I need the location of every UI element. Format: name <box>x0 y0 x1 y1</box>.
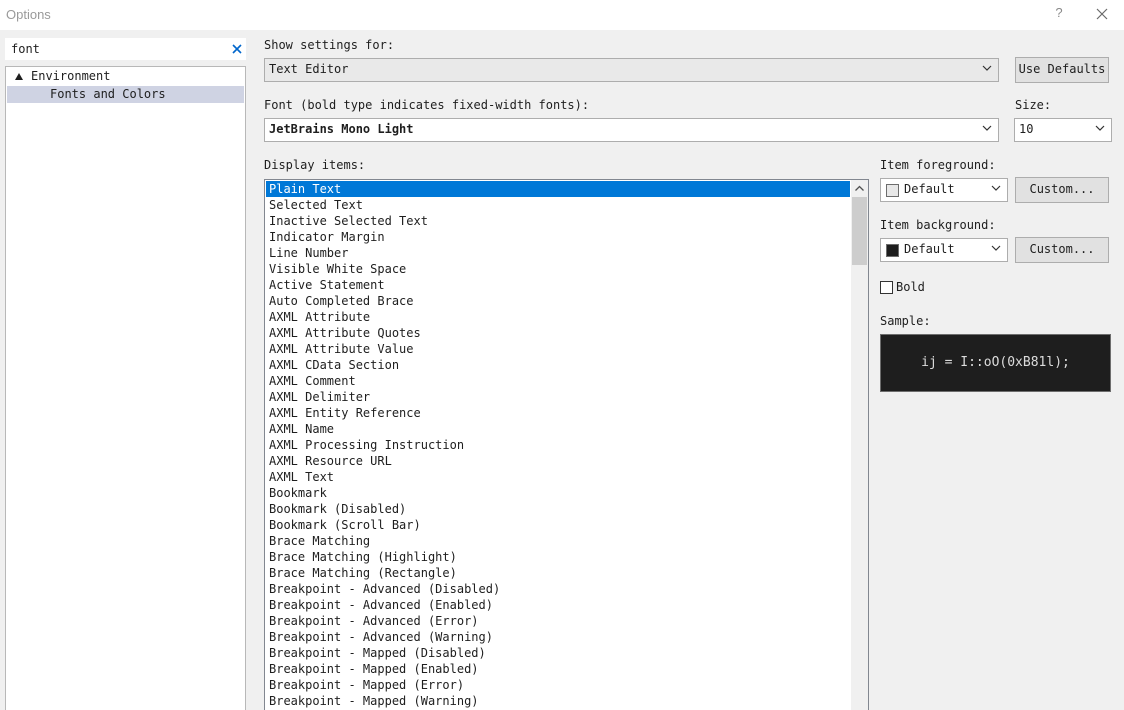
chevron-down-icon <box>1095 125 1105 131</box>
display-item[interactable]: AXML Text <box>266 469 850 485</box>
chevron-down-icon <box>982 65 992 71</box>
display-item[interactable]: Breakpoint - Mapped (Enabled) <box>266 661 850 677</box>
item-foreground-dropdown[interactable]: Default <box>880 178 1008 202</box>
sample-preview: ij = I::oO(0xB81l); <box>880 334 1111 392</box>
display-item[interactable]: Selected Text <box>266 197 850 213</box>
item-background-label: Item background: <box>880 218 996 232</box>
use-defaults-button[interactable]: Use Defaults <box>1015 57 1109 83</box>
size-dropdown[interactable]: 10 <box>1014 118 1112 142</box>
display-item[interactable]: AXML Comment <box>266 373 850 389</box>
display-item[interactable]: Active Statement <box>266 277 850 293</box>
title-bar: Options ? <box>0 0 1124 30</box>
scroll-up-arrow-icon[interactable] <box>851 180 868 197</box>
font-label: Font (bold type indicates fixed-width fo… <box>264 98 590 112</box>
display-items-list[interactable]: Plain Text Selected Text Inactive Selected… <box>264 179 869 710</box>
tree-item-label: Environment <box>31 69 111 83</box>
foreground-color-swatch <box>886 184 899 197</box>
expand-arrow-icon[interactable] <box>15 73 23 80</box>
search-input[interactable] <box>11 41 221 57</box>
close-icon[interactable] <box>1094 6 1110 22</box>
sample-text: ij = I::oO(0xB81l); <box>921 355 1070 370</box>
display-item[interactable]: Brace Matching (Highlight) <box>266 549 850 565</box>
display-item[interactable]: AXML Attribute Value <box>266 341 850 357</box>
item-background-dropdown[interactable]: Default <box>880 238 1008 262</box>
display-item[interactable]: Breakpoint - Advanced (Error) <box>266 613 850 629</box>
background-custom-button[interactable]: Custom... <box>1015 237 1109 263</box>
bold-label: Bold <box>896 280 925 294</box>
chevron-down-icon <box>991 185 1001 191</box>
display-item[interactable]: Breakpoint - Advanced (Enabled) <box>266 597 850 613</box>
display-item[interactable]: Visible White Space <box>266 261 850 277</box>
search-box <box>5 38 246 60</box>
show-settings-value: Text Editor <box>269 62 349 76</box>
display-item[interactable]: Bookmark (Disabled) <box>266 501 850 517</box>
display-item[interactable]: Bookmark <box>266 485 850 501</box>
display-item[interactable]: Plain Text <box>266 181 850 197</box>
background-color-swatch <box>886 244 899 257</box>
clear-search-icon[interactable] <box>231 42 243 56</box>
display-item[interactable]: Brace Matching (Rectangle) <box>266 565 850 581</box>
display-item[interactable]: AXML CData Section <box>266 357 850 373</box>
display-item[interactable]: Auto Completed Brace <box>266 293 850 309</box>
display-item[interactable]: Inactive Selected Text <box>266 213 850 229</box>
display-item[interactable]: Breakpoint - Advanced (Disabled) <box>266 581 850 597</box>
display-item[interactable]: Breakpoint - Advanced (Warning) <box>266 629 850 645</box>
display-item[interactable]: AXML Name <box>266 421 850 437</box>
display-item[interactable]: AXML Delimiter <box>266 389 850 405</box>
display-item[interactable]: Brace Matching <box>266 533 850 549</box>
show-settings-label: Show settings for: <box>264 38 395 52</box>
bold-checkbox[interactable] <box>880 281 893 294</box>
tree-item-label: Fonts and Colors <box>50 87 166 101</box>
scroll-thumb[interactable] <box>852 197 867 265</box>
vertical-scrollbar[interactable] <box>851 180 868 710</box>
options-tree: Environment Fonts and Colors <box>5 66 246 710</box>
display-item[interactable]: AXML Processing Instruction <box>266 437 850 453</box>
foreground-custom-button[interactable]: Custom... <box>1015 177 1109 203</box>
show-settings-dropdown[interactable]: Text Editor <box>264 58 999 82</box>
item-background-value: Default <box>904 242 955 256</box>
item-foreground-label: Item foreground: <box>880 158 996 172</box>
display-items-label: Display items: <box>264 158 366 172</box>
display-item[interactable]: Breakpoint - Mapped (Error) <box>266 677 850 693</box>
tree-item-fonts-and-colors[interactable]: Fonts and Colors <box>7 86 244 103</box>
help-button[interactable]: ? <box>1052 5 1066 23</box>
size-label: Size: <box>1015 98 1052 112</box>
display-item[interactable]: AXML Attribute <box>266 309 850 325</box>
tree-item-environment[interactable]: Environment <box>7 68 244 85</box>
display-item[interactable]: AXML Attribute Quotes <box>266 325 850 341</box>
font-value: JetBrains Mono Light <box>269 122 414 136</box>
display-item[interactable]: AXML Resource URL <box>266 453 850 469</box>
display-item[interactable]: Indicator Margin <box>266 229 850 245</box>
window-title: Options <box>6 7 51 22</box>
display-item[interactable]: Breakpoint - Mapped (Disabled) <box>266 645 850 661</box>
chevron-down-icon <box>982 125 992 131</box>
display-item[interactable]: Bookmark (Scroll Bar) <box>266 517 850 533</box>
size-value: 10 <box>1019 122 1034 136</box>
display-item[interactable]: Line Number <box>266 245 850 261</box>
display-item[interactable]: Breakpoint - Mapped (Warning) <box>266 693 850 709</box>
chevron-down-icon <box>991 245 1001 251</box>
font-dropdown[interactable]: JetBrains Mono Light <box>264 118 999 142</box>
sample-label: Sample: <box>880 314 931 328</box>
item-foreground-value: Default <box>904 182 955 196</box>
display-item[interactable]: AXML Entity Reference <box>266 405 850 421</box>
